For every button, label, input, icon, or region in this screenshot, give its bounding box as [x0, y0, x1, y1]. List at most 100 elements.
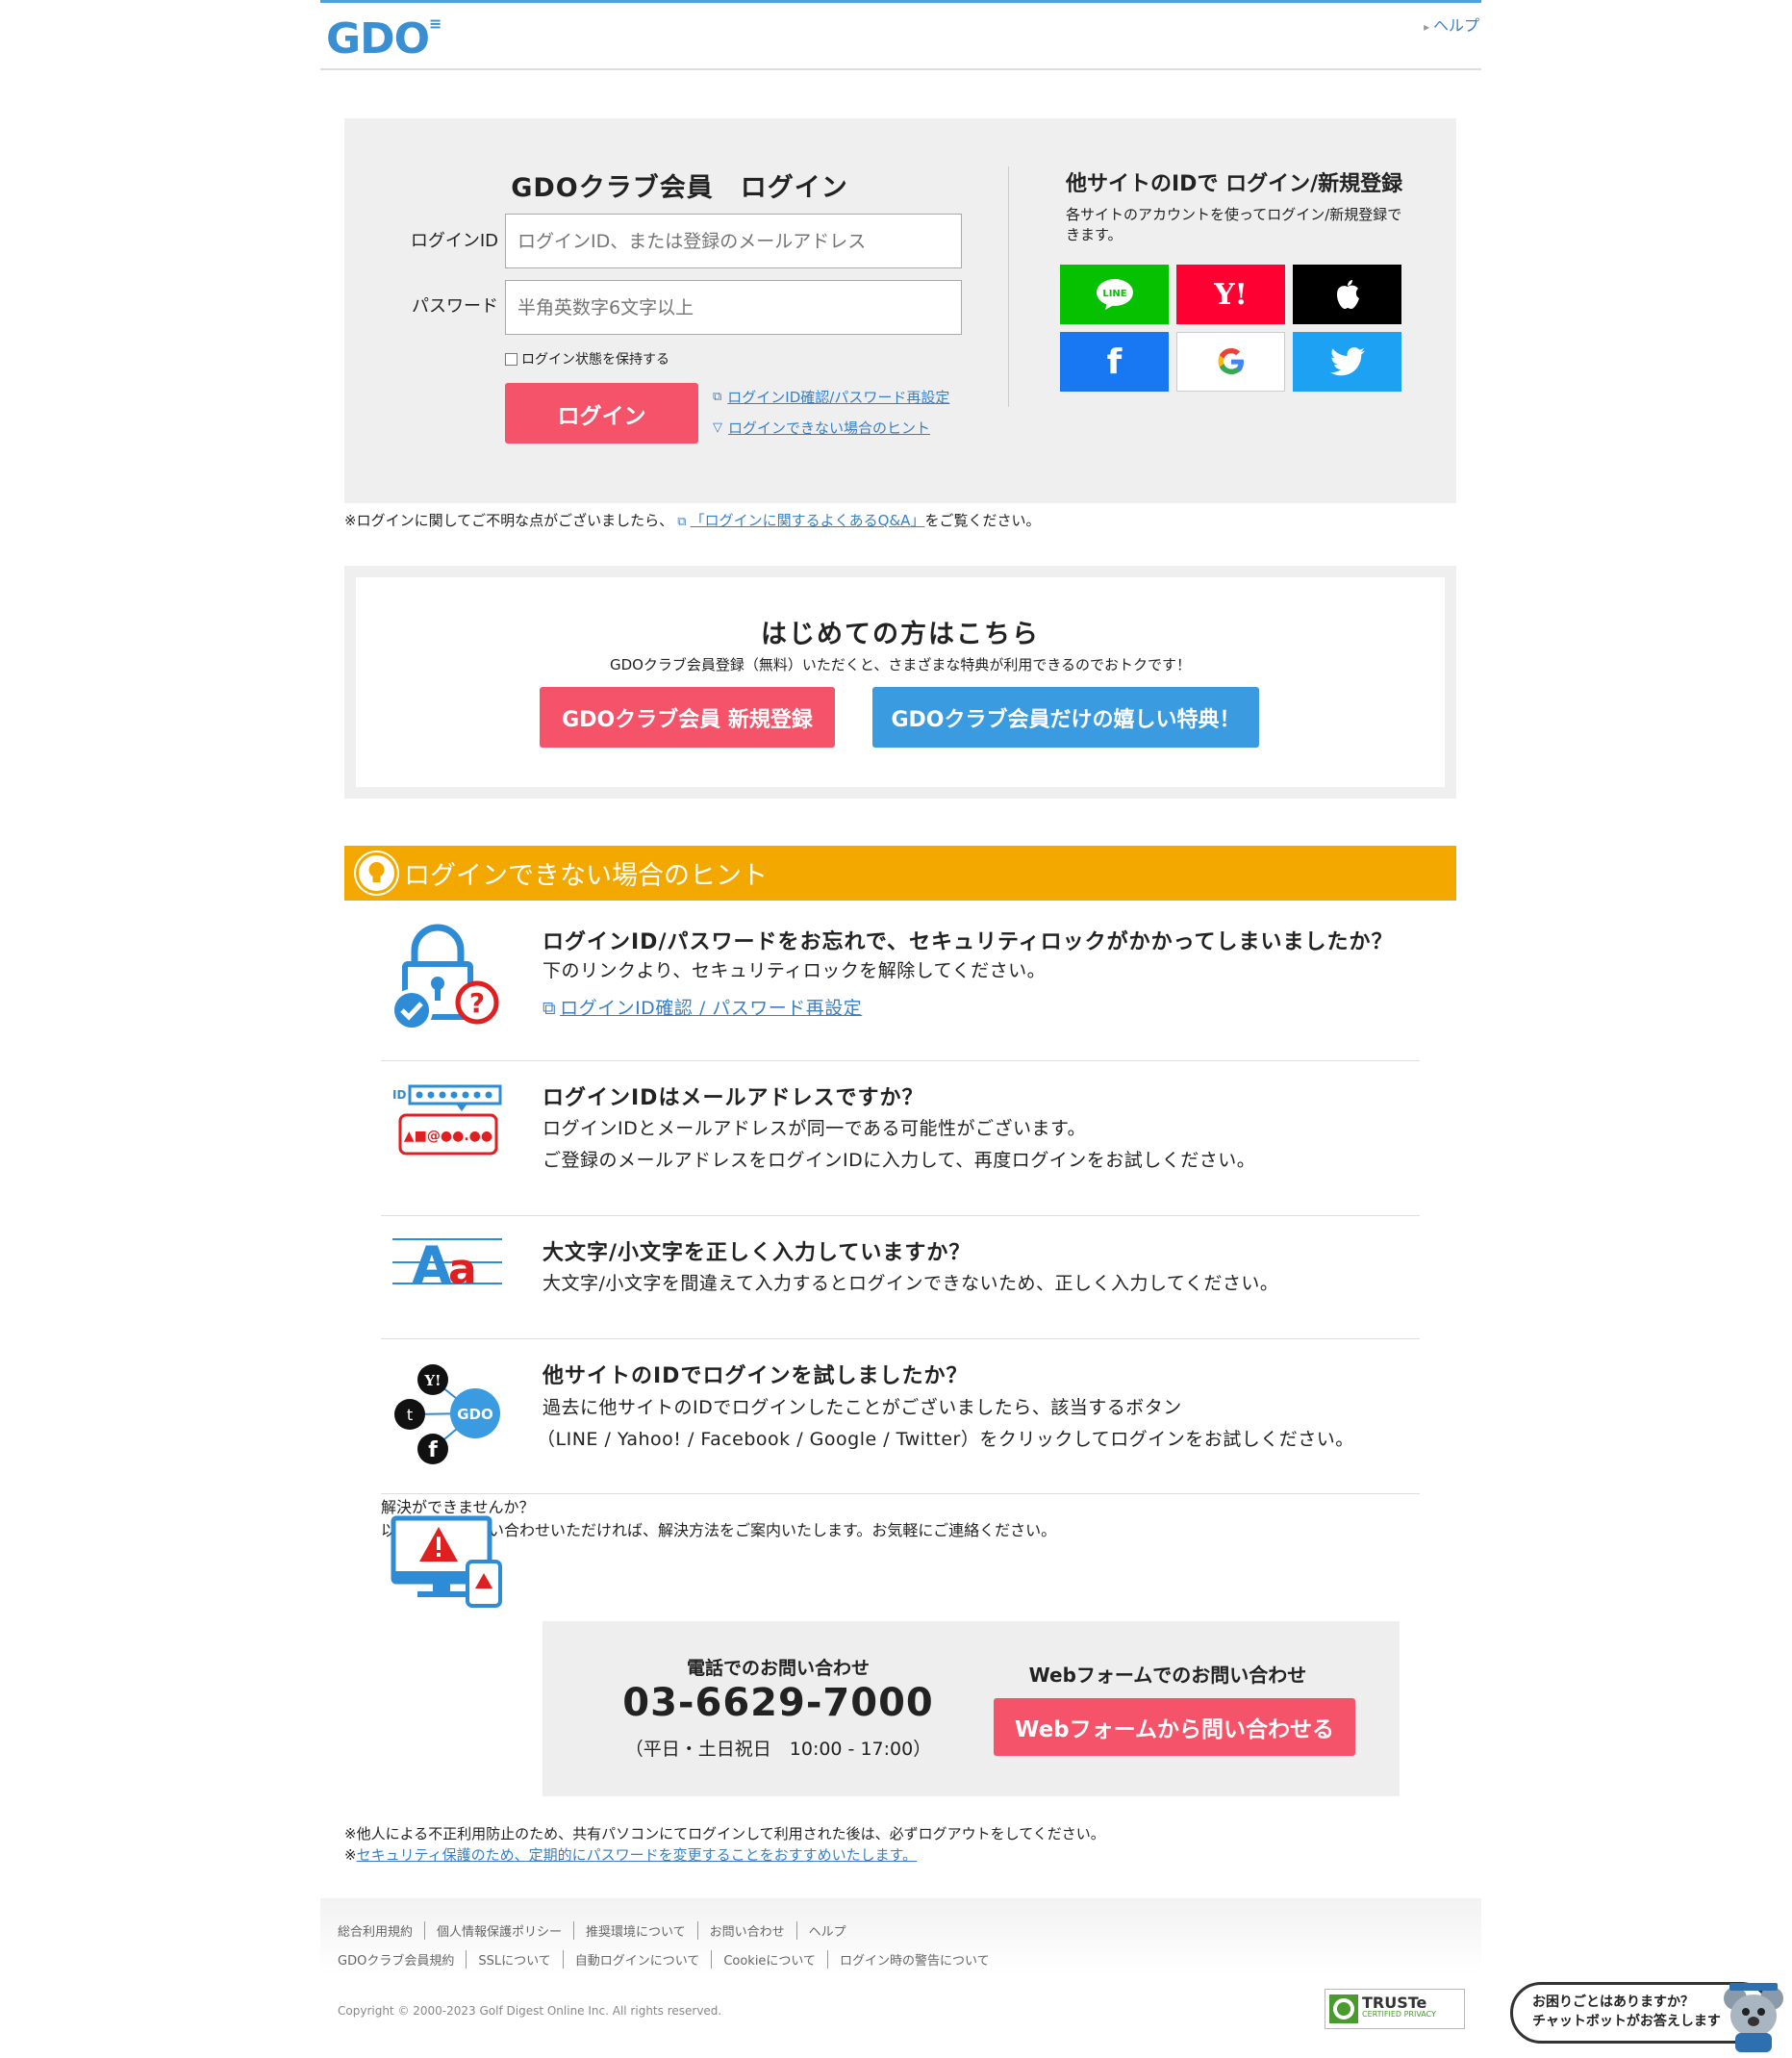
footer-link[interactable]: 個人情報保護ポリシー	[424, 1921, 573, 1940]
password-input[interactable]	[505, 280, 962, 335]
first-time-title: はじめての方はこちら	[761, 620, 1040, 649]
phone-hours: （平日・土日祝日 10:00 - 17:00）	[624, 1739, 932, 1760]
line-login-button[interactable]: LINE	[1060, 265, 1169, 324]
gdo-logo[interactable]: GDO≡	[326, 14, 442, 64]
hint-description: 過去に他サイトのIDでログインしたことがございましたら、該当するボタン	[543, 1397, 1182, 1418]
logo-text: GDO	[326, 14, 430, 64]
hint-title: 解決ができませんか？	[381, 1498, 535, 1516]
twitter-icon	[1329, 347, 1365, 376]
social-network-icon: Y! tf GDO	[394, 1364, 500, 1464]
login-help-notice: ※ログインに関してご不明な点がございましたら、 ⧉ 「ログインに関するよくあるQ…	[344, 510, 1040, 530]
hint-description: ご登録のメールアドレスをログインIDに入力して、再度ログインをお試しください。	[543, 1150, 1256, 1171]
contact-panel: 電話でのお問い合わせ 03-6629-7000 （平日・土日祝日 10:00 -…	[543, 1621, 1400, 1796]
hint-item-email-id: ID ▲■@●●.●● ログインIDはメールアドレスですか？ ログインIDとメール…	[381, 1061, 1420, 1216]
hint-description: ログインIDとメールアドレスが同一である可能性がございます。	[543, 1118, 1087, 1139]
footer-link[interactable]: 総合利用規約	[338, 1921, 424, 1940]
external-window-icon: ⧉	[673, 515, 691, 529]
security-reset-link[interactable]: ログインID確認 / パスワード再設定	[560, 993, 862, 1025]
login-button[interactable]: ログイン	[505, 383, 698, 444]
web-form-button[interactable]: Webフォームから問い合わせる	[994, 1698, 1355, 1756]
footer: 総合利用規約 個人情報保護ポリシー 推奨環境について お問い合わせ ヘルプ GD…	[320, 1898, 1481, 2058]
help-link[interactable]: ▸ ヘルプ	[1424, 13, 1479, 36]
first-time-description: GDOクラブ会員登録（無料）いただくと、さまざまな特典が利用できるのでおトクです…	[609, 656, 1192, 673]
first-time-panel: はじめての方はこちら GDOクラブ会員登録（無料）いただくと、さまざまな特典が利…	[344, 566, 1456, 799]
notice-prefix: ※ログインに関してご不明な点がございましたら、	[344, 512, 674, 529]
footer-link[interactable]: 自動ログインについて	[562, 1950, 712, 1969]
hint-description: 以下窓口へお問い合わせいただければ、解決方法をご案内いたします。お気軽にご連絡く…	[381, 1521, 1057, 1539]
hint-item-security-lock: ? ログインID/パスワードをお忘れで、セキュリティロックがかかってしまいました…	[381, 901, 1420, 1061]
truste-badge[interactable]: TRUSTe CERTIFIED PRIVACY	[1325, 1989, 1465, 2029]
social-description: 各サイトのアカウントを使ってログイン/新規登録できます。	[1066, 206, 1402, 243]
lightbulb-icon	[356, 852, 397, 894]
first-time-inner: はじめての方はこちら GDOクラブ会員登録（無料）いただくと、さまざまな特典が利…	[356, 577, 1445, 787]
yahoo-icon: Y!	[1214, 277, 1248, 312]
footer-link[interactable]: SSLについて	[466, 1950, 562, 1969]
hint-description: 下のリンクより、セキュリティロックを解除してください。	[543, 960, 1047, 981]
web-form-heading: Webフォームでのお問い合わせ	[1028, 1664, 1307, 1687]
register-button[interactable]: GDOクラブ会員 新規登録	[540, 687, 835, 748]
keep-login-checkbox-row[interactable]: ログイン状態を保持する	[505, 349, 669, 368]
hint-item-other-sites: Y! t f GDO 他サイトのIDでログインを試しましたか？ 過去に他サイトのIDで…	[381, 1339, 1420, 1494]
truste-label: TRUSTe	[1362, 1994, 1427, 2012]
hint-description: （LINE / Yahoo! / Facebook / Google / Twi…	[537, 1429, 1354, 1450]
hint-link-row[interactable]: ⧉ ログインID確認 / パスワード再設定	[543, 993, 862, 1025]
svg-text:?: ?	[469, 987, 485, 1019]
phone-heading: 電話でのお問い合わせ	[686, 1658, 870, 1679]
chatbot-mascot-icon[interactable]	[1722, 1977, 1785, 2054]
hints-heading: ログインできない場合のヒント	[404, 861, 768, 891]
apple-login-button[interactable]	[1293, 265, 1401, 324]
footer-link[interactable]: お問い合わせ	[696, 1921, 796, 1940]
svg-text:a: a	[448, 1245, 477, 1289]
svg-text:ID: ID	[392, 1088, 406, 1102]
login-title: GDOクラブ会員 ログイン	[511, 173, 848, 203]
reset-link[interactable]: ログインID確認/パスワード再設定	[727, 387, 949, 407]
letter-case-icon: Aa	[392, 1235, 502, 1289]
keep-login-checkbox[interactable]	[505, 352, 517, 366]
password-change-link[interactable]: セキュリティ保護のため、定期的にパスワードを変更することをおすすめいたします。	[357, 1846, 918, 1864]
logout-notice: ※他人による不正利用防止のため、共有パソコンにてログインして利用された後は、必ず…	[344, 1825, 1105, 1842]
google-login-button[interactable]	[1176, 332, 1285, 392]
twitter-login-button[interactable]	[1293, 332, 1401, 392]
faq-link[interactable]: 「ログインに関するよくあるQ&A」	[691, 512, 925, 529]
social-title: 他サイトのIDで ログイン/新規登録	[1066, 172, 1403, 196]
phone-number[interactable]: 03-6629-7000	[543, 1681, 1014, 1725]
apple-icon	[1336, 280, 1359, 309]
benefits-button[interactable]: GDOクラブ会員だけの嬉しい特典！	[872, 687, 1259, 748]
footer-link[interactable]: 推奨環境について	[573, 1921, 697, 1940]
hint-link-row[interactable]: ▽ ログインできない場合のヒント	[713, 418, 930, 438]
login-id-input[interactable]	[505, 214, 962, 268]
vertical-divider	[1008, 166, 1009, 407]
login-id-label: ログインID	[410, 231, 498, 251]
external-window-icon: ⧉	[713, 390, 722, 404]
warning-monitor-icon	[391, 1515, 502, 1608]
svg-text:t: t	[407, 1406, 413, 1424]
keep-login-label: ログイン状態を保持する	[521, 352, 669, 368]
hint-title: 他サイトのIDでログインを試しましたか？	[543, 1364, 969, 1388]
lock-question-icon: ?	[391, 924, 499, 1031]
hint-description: 大文字/小文字を間違えて入力するとログインできないため、正しく入力してください。	[543, 1273, 1279, 1294]
footer-link[interactable]: ヘルプ	[795, 1921, 858, 1940]
header: GDO≡ ▸ ヘルプ	[320, 3, 1481, 70]
svg-text:LINE: LINE	[1102, 289, 1126, 299]
hints-heading-bar: ログインできない場合のヒント	[344, 846, 1456, 901]
hint-title: ログインID/パスワードをお忘れで、セキュリティロックがかかってしまいましたか？	[543, 930, 1394, 954]
footer-link[interactable]: Cookieについて	[711, 1950, 827, 1969]
footer-link[interactable]: GDOクラブ会員規約	[338, 1950, 466, 1969]
reset-link-row[interactable]: ⧉ ログインID確認/パスワード再設定	[713, 387, 949, 407]
facebook-icon: f	[1106, 342, 1123, 382]
notice-suffix: をご覧ください。	[924, 512, 1041, 529]
hint-item-case: Aa 大文字/小文字を正しく入力していますか？ 大文字/小文字を間違えて入力する…	[381, 1216, 1420, 1339]
yahoo-login-button[interactable]: Y!	[1176, 265, 1285, 324]
facebook-login-button[interactable]: f	[1060, 332, 1169, 392]
svg-text:GDO: GDO	[457, 1406, 493, 1423]
truste-logo-icon	[1329, 1994, 1358, 2023]
footer-links-row-2: GDOクラブ会員規約 SSLについて 自動ログインについて Cookieについて…	[338, 1950, 1001, 1969]
hint-title: 大文字/小文字を正しく入力していますか？	[543, 1241, 972, 1265]
login-panel: GDOクラブ会員 ログイン ログインID パスワード ログイン状態を保持する ロ…	[344, 118, 1456, 503]
footer-links-row-1: 総合利用規約 個人情報保護ポリシー 推奨環境について お問い合わせ ヘルプ	[338, 1921, 858, 1940]
footer-link[interactable]: ログイン時の警告について	[827, 1950, 1001, 1969]
triangle-down-icon: ▽	[713, 420, 722, 435]
hint-link[interactable]: ログインできない場合のヒント	[728, 418, 930, 438]
svg-text:f: f	[428, 1438, 438, 1462]
help-link-label: ヘルプ	[1432, 16, 1479, 35]
